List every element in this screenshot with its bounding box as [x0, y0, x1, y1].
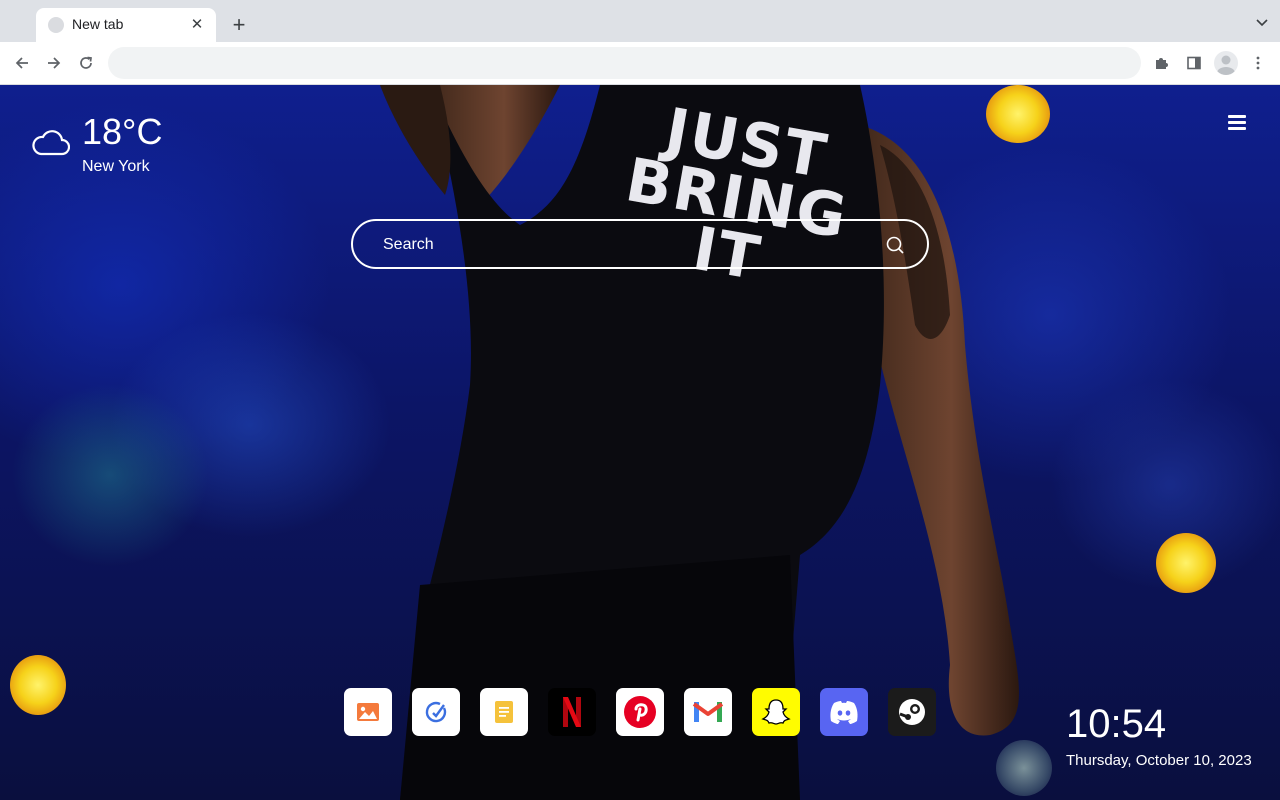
pinterest-icon [624, 696, 656, 728]
weather-city: New York [82, 158, 150, 175]
discord-icon [830, 701, 858, 724]
avatar-icon[interactable] [1214, 51, 1238, 75]
cloud-icon [32, 130, 70, 156]
shortcut-notes[interactable] [480, 688, 528, 736]
tab-new-tab[interactable]: New tab ✕ [36, 8, 216, 42]
steam-icon [899, 699, 925, 725]
clock-widget: 10:54 Thursday, October 10, 2023 [1066, 702, 1252, 769]
arrow-right-icon[interactable] [43, 52, 65, 74]
plus-icon[interactable]: + [226, 12, 252, 38]
clock-date: Thursday, October 10, 2023 [1066, 752, 1252, 769]
address-bar[interactable] [108, 47, 1141, 79]
shortcut-discord[interactable] [820, 688, 868, 736]
tab-strip: New tab ✕ + [0, 0, 1280, 42]
puzzle-icon[interactable] [1151, 52, 1173, 74]
tab-title: New tab [72, 16, 124, 32]
side-panel-icon[interactable] [1183, 52, 1205, 74]
hamburger-icon[interactable] [1228, 115, 1250, 135]
weather-temperature: 18°C [82, 111, 163, 152]
clock-time: 10:54 [1066, 702, 1167, 746]
shortcut-pinterest[interactable] [616, 688, 664, 736]
shortcut-photos[interactable] [344, 688, 392, 736]
note-icon [495, 701, 513, 723]
reload-icon[interactable] [75, 52, 97, 74]
check-circle-icon [425, 701, 447, 723]
snapchat-icon [761, 699, 791, 725]
shortcut-snapchat[interactable] [752, 688, 800, 736]
shortcut-netflix[interactable] [548, 688, 596, 736]
arrow-left-icon[interactable] [11, 52, 33, 74]
search-input[interactable] [383, 233, 863, 257]
kebab-menu-icon[interactable] [1247, 52, 1269, 74]
shortcut-gmail[interactable] [684, 688, 732, 736]
chevron-down-icon[interactable] [1254, 14, 1270, 30]
search-icon[interactable] [885, 235, 905, 255]
image-icon [357, 703, 379, 721]
close-icon[interactable]: ✕ [188, 16, 206, 34]
default-favicon-icon [48, 17, 64, 33]
shortcut-steam[interactable] [888, 688, 936, 736]
gmail-icon [692, 702, 724, 722]
search-box[interactable] [351, 219, 929, 269]
shortcut-bar [344, 688, 936, 736]
shortcut-tasks[interactable] [412, 688, 460, 736]
browser-toolbar [0, 42, 1280, 85]
netflix-icon [563, 697, 581, 727]
